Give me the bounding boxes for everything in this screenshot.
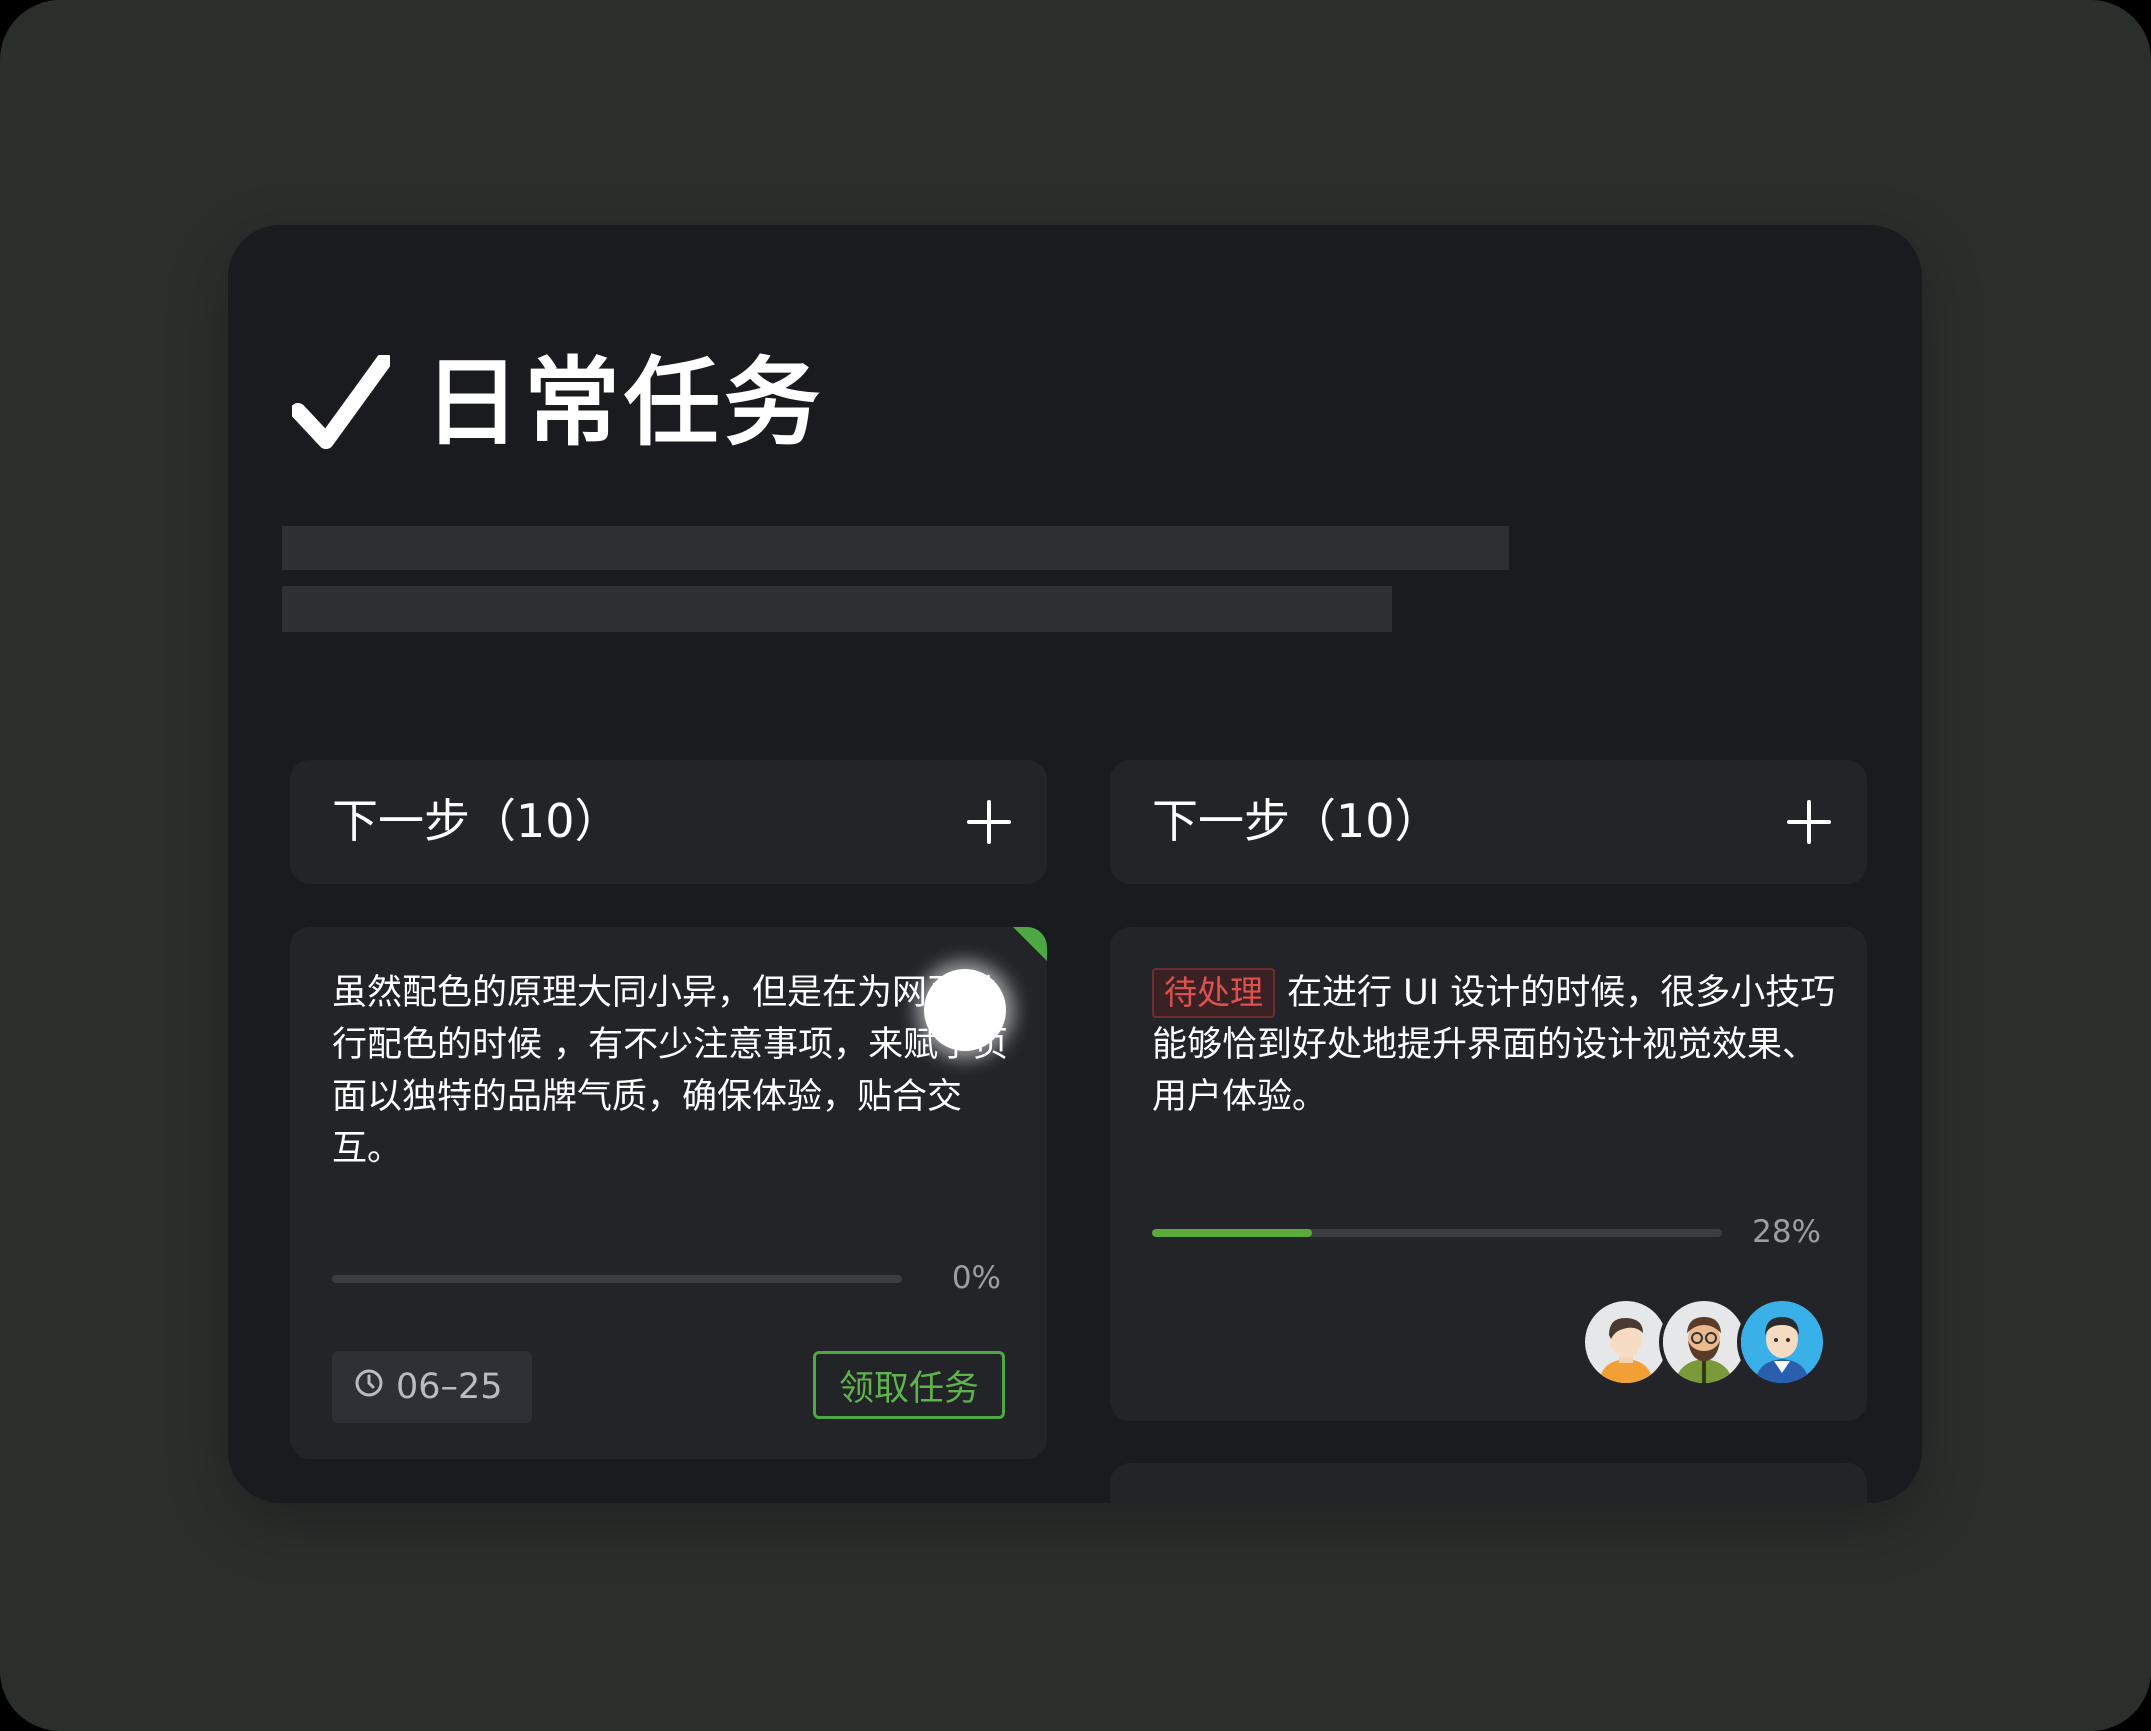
task-card[interactable]: 待处理 在进行 UI 设计的时候，很多小技巧能够恰到好处地提升界面的设计视觉效果、… <box>1110 927 1867 1421</box>
avatar[interactable] <box>1581 1297 1671 1387</box>
task-card[interactable] <box>1110 1463 1867 1503</box>
status-badge: 待处理 <box>1152 968 1275 1018</box>
column-title: 下一步（10） <box>332 794 621 848</box>
page-title: 日常任务 <box>424 347 824 459</box>
task-description: 虽然配色的原理大同小异，但是在为网页进行配色的时候 ，有不少注意事项，来赋予页面… <box>332 973 1009 1169</box>
column-header: 下一步（10） <box>1110 760 1867 884</box>
description-placeholder-line <box>282 526 1509 570</box>
progress-bar <box>332 1275 902 1283</box>
plus-icon[interactable] <box>1781 794 1837 850</box>
progress-bar <box>1152 1229 1722 1237</box>
plus-icon[interactable] <box>961 794 1017 850</box>
column-header: 下一步（10） <box>290 760 1047 884</box>
app-background: 日常任务 下一步（10） 下一步（10） 虽然配色的原理大同小异，但是在为网页进… <box>0 0 2151 1731</box>
due-date: 06–25 <box>332 1351 532 1423</box>
page-header: 日常任务 <box>292 355 824 451</box>
column-title: 下一步（10） <box>1152 794 1441 848</box>
check-icon <box>292 355 390 451</box>
touch-indicator <box>924 969 1006 1051</box>
clock-icon <box>354 1367 384 1407</box>
avatar[interactable] <box>1659 1297 1749 1387</box>
priority-corner-tag <box>1013 927 1047 961</box>
progress-percent: 28% <box>1752 1214 1821 1250</box>
assignee-avatars <box>1581 1297 1827 1387</box>
claim-task-button[interactable]: 领取任务 <box>813 1351 1005 1419</box>
due-date-text: 06–25 <box>396 1367 503 1407</box>
description-placeholder-line <box>282 586 1392 632</box>
progress-fill <box>1152 1229 1312 1237</box>
task-description-block: 待处理 在进行 UI 设计的时候，很多小技巧能够恰到好处地提升界面的设计视觉效果、… <box>1152 967 1842 1123</box>
task-board-panel: 日常任务 下一步（10） 下一步（10） 虽然配色的原理大同小异，但是在为网页进… <box>228 225 1922 1503</box>
avatar[interactable] <box>1737 1297 1827 1387</box>
progress-percent: 0% <box>951 1260 1001 1296</box>
